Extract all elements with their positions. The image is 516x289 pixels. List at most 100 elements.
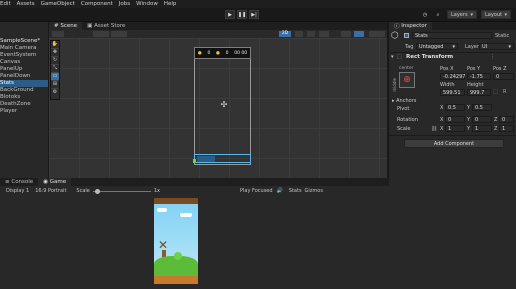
gameobject-cube-icon: ⬡ [391, 31, 399, 41]
play-button[interactable]: ▶ [225, 10, 235, 19]
hierarchy-item[interactable]: EventSystem [0, 52, 48, 59]
draw-mode-button[interactable] [52, 31, 64, 37]
panel-up-hud[interactable]: ● 0 ● 0 00 00 [194, 47, 251, 59]
effects-button[interactable] [319, 31, 329, 37]
hierarchy-item[interactable]: DeathZone [0, 101, 48, 108]
layers-dropdown[interactable]: Layers ▾ [447, 10, 477, 19]
play-icon: ▶ [228, 11, 232, 18]
layer-label: Layer [465, 44, 479, 50]
stats-rect-selected[interactable] [197, 156, 215, 162]
stats-toggle[interactable]: Stats [289, 188, 302, 194]
lighting-button[interactable] [295, 31, 303, 37]
scale-slider[interactable] [92, 188, 151, 194]
hierarchy-item[interactable]: Main Camera [0, 45, 48, 52]
anchor-crosshair-icon: ⊕ [403, 75, 411, 85]
scale-tool-icon[interactable]: ⤡ [51, 65, 59, 73]
static-toggle[interactable]: Static [495, 33, 509, 39]
object-name-field[interactable]: Stats [412, 32, 492, 39]
rect-tool-icon[interactable]: ▭ [51, 73, 59, 81]
search-button[interactable]: ⌕ [433, 10, 443, 19]
move-tool-icon[interactable]: ✥ [51, 49, 59, 57]
hand-tool-icon[interactable]: ✋ [51, 41, 59, 49]
tab-inspector[interactable]: ⓘ Inspector [389, 22, 432, 30]
toggle-2d-button[interactable]: 2D [279, 31, 291, 37]
pivot-y-axis: Y [467, 105, 471, 111]
menu-jobs[interactable]: Jobs [119, 1, 130, 7]
tab-asset-store[interactable]: ▣ Asset Store [82, 22, 131, 30]
menu-edit[interactable]: Edit [0, 1, 11, 7]
raw-edit-button[interactable]: R [503, 89, 511, 96]
anchors-foldout[interactable]: ▸ Anchors [392, 98, 416, 104]
hierarchy-item[interactable]: BackGround [0, 87, 48, 94]
foldout-arrow-icon[interactable]: ▾ [391, 54, 394, 60]
menu-help[interactable]: Help [164, 1, 177, 7]
menu-component[interactable]: Component [81, 1, 113, 7]
pos-x-field[interactable]: -0.24297 [440, 73, 465, 80]
menu-gameobject[interactable]: GameObject [41, 1, 75, 7]
tag-value: Untagged [419, 43, 444, 50]
add-component-button[interactable]: Add Component [404, 139, 504, 148]
layout-dropdown[interactable]: Layout ▾ [481, 10, 511, 19]
play-focused-dropdown[interactable]: Play Focused [240, 188, 273, 194]
mute-icon[interactable]: 🔊 [277, 188, 283, 194]
scale-x-field[interactable]: 1 [445, 125, 465, 132]
pivot-y-field[interactable]: 0.5 [472, 104, 492, 111]
hierarchy-item-selected[interactable]: Stats [0, 80, 48, 87]
tab-scene[interactable]: # Scene [49, 22, 83, 30]
tab-game[interactable]: ◉ Game [38, 178, 72, 186]
gizmos-toggle[interactable]: Gizmos [305, 188, 323, 194]
scene-root[interactable]: SampleScene* [0, 38, 48, 45]
tab-console[interactable]: ≡ Console [0, 178, 39, 186]
hierarchy-item[interactable]: PanelDown [0, 73, 48, 80]
component-title[interactable]: Rect Transform [406, 54, 453, 60]
link-icon[interactable]: ⛓ [431, 126, 437, 132]
step-button[interactable]: ▶| [249, 10, 259, 19]
layer-dropdown[interactable]: UI ▾ [479, 43, 514, 50]
tag-dropdown[interactable]: Untagged ▾ [416, 43, 458, 50]
transform-tool-icon[interactable]: ⊞ [51, 81, 59, 89]
tool-palette: ✋ ✥ ↻ ⤡ ▭ ⊞ ⚙ [50, 40, 60, 100]
menu-window[interactable]: Window [136, 1, 158, 7]
aspect-dropdown[interactable]: 16:9 Portrait [35, 188, 66, 194]
component-menu-icon[interactable]: ⋮ [490, 54, 495, 60]
scale-slider-thumb[interactable] [94, 188, 100, 194]
hierarchy-item[interactable]: Blotoks [0, 94, 48, 101]
panel-down-rect[interactable] [194, 154, 251, 163]
display-dropdown[interactable]: Display 1 [6, 188, 29, 194]
height-field[interactable]: 999.7 [467, 89, 491, 96]
menu-assets[interactable]: Assets [17, 1, 35, 7]
hierarchy-item[interactable]: PanelUp [0, 66, 48, 73]
rotation-z-axis: Z [494, 117, 498, 123]
hierarchy-item[interactable]: Player [0, 108, 48, 115]
game-bottom-bar [154, 276, 198, 284]
blueprint-button[interactable]: ⬚ [493, 89, 501, 96]
hierarchy-item[interactable]: Canvas [0, 59, 48, 66]
active-checkbox[interactable] [404, 33, 409, 38]
local-button[interactable] [111, 31, 127, 37]
camera-button[interactable] [341, 31, 351, 37]
player-marker[interactable] [193, 159, 196, 163]
anchor-presets-button[interactable]: ⊕ [399, 72, 415, 88]
search-scene-field[interactable] [369, 31, 385, 37]
history-button[interactable]: ◷ [420, 10, 430, 19]
pause-button[interactable]: ❚❚ [237, 10, 247, 19]
scale-y-field[interactable]: 1 [472, 125, 492, 132]
width-field[interactable]: 599.51 [440, 89, 465, 96]
gizmo-button[interactable] [354, 31, 364, 37]
custom-tool-icon[interactable]: ⚙ [51, 89, 59, 97]
rect-pivot-gizmo-icon[interactable]: ✣ [219, 100, 229, 110]
audio-button[interactable] [307, 31, 315, 37]
rotation-y-field[interactable]: 0 [472, 116, 492, 123]
pos-z-field[interactable]: 0 [493, 73, 514, 80]
rotation-z-field[interactable]: 0 [499, 116, 514, 123]
pos-y-field[interactable]: -1.75 [467, 73, 491, 80]
scale-z-field[interactable]: 1 [499, 125, 514, 132]
tab-game-label: Game [49, 179, 67, 185]
layer-value: UI [482, 43, 488, 50]
pivot-button[interactable] [93, 31, 109, 37]
game-toolbar: Display 1 16:9 Portrait Scale 1x Play Fo… [0, 187, 389, 195]
rotation-x-field[interactable]: 0 [445, 116, 465, 123]
rotate-tool-icon[interactable]: ↻ [51, 57, 59, 65]
scale-slider-label: Scale [76, 188, 90, 194]
pivot-x-field[interactable]: 0.5 [445, 104, 465, 111]
